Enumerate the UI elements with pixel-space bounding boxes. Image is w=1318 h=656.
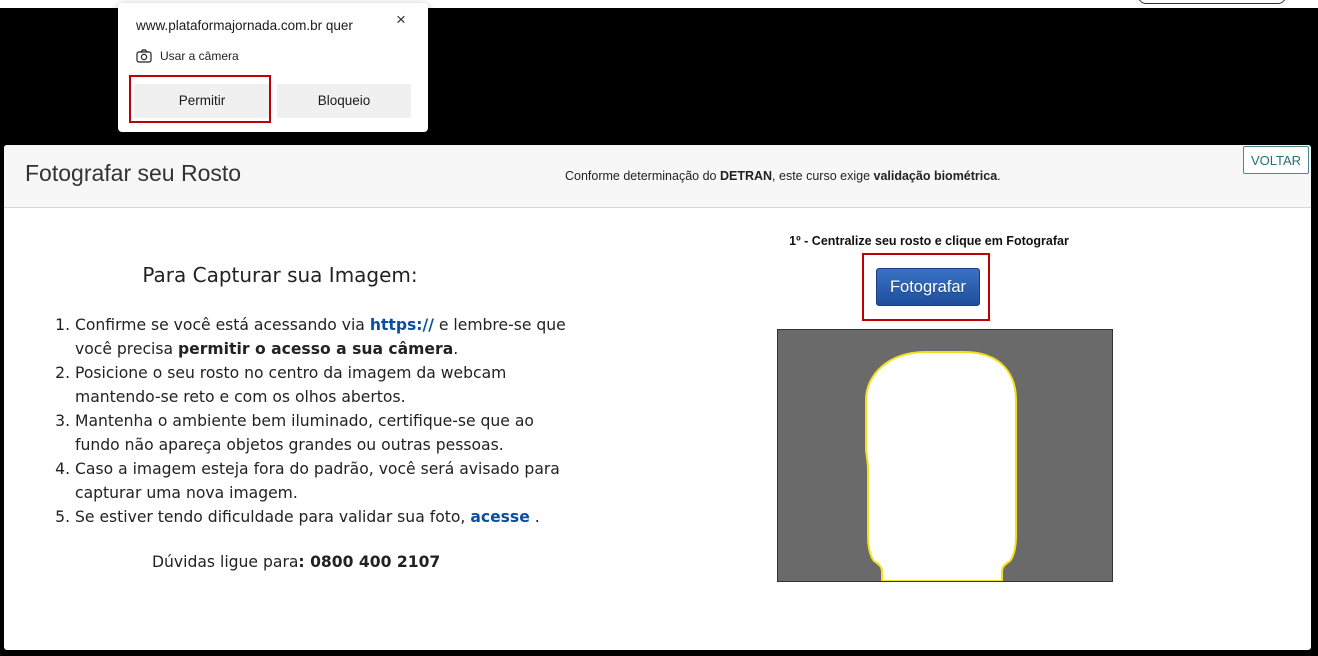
instructions-list: Confirme se você está acessando via http…	[50, 313, 575, 529]
instruction-step-2: Posicione o seu rosto no centro da image…	[75, 361, 575, 409]
help-phone: Dúvidas ligue para: 0800 400 2107	[152, 553, 440, 571]
notice-biometric: validação biométrica	[873, 169, 998, 183]
step5-text-1: Se estiver tendo dificuldade para valida…	[75, 508, 471, 526]
https-link[interactable]: https://	[370, 316, 434, 334]
photo-capture-panel: Fotografar seu Rosto Conforme determinaç…	[4, 145, 1311, 650]
notice-detran: DETRAN	[719, 169, 773, 183]
acesse-link[interactable]: acesse	[470, 508, 529, 526]
notice-text-1: Conforme determinação do	[565, 169, 720, 183]
camera-permission-popup: www.plataformajornada.com.br quer × Usar…	[118, 3, 428, 132]
panel-header: Fotografar seu Rosto Conforme determinaç…	[4, 145, 1311, 208]
block-button[interactable]: Bloqueio	[277, 84, 411, 118]
camera-permission-label: Usar a câmera	[160, 49, 239, 63]
step1-text-3: .	[453, 340, 459, 358]
permission-site-text: www.plataformajornada.com.br quer	[136, 18, 353, 33]
help-label: Dúvidas ligue para	[152, 553, 299, 571]
camera-icon	[136, 49, 152, 63]
camera-permission-row: Usar a câmera	[136, 49, 239, 63]
step5-text-2: .	[529, 508, 540, 526]
capture-instruction: 1º - Centralize seu rosto e clique em Fo…	[789, 234, 1069, 248]
address-bar-edge	[1138, 0, 1286, 4]
fotografar-highlight-box	[862, 253, 990, 321]
step1-text-1: Confirme se você está acessando via	[75, 316, 370, 334]
notice-text-3: .	[997, 169, 1001, 183]
biometric-notice: Conforme determinação do DETRAN, este cu…	[565, 169, 1001, 183]
instruction-step-3: Mantenha o ambiente bem iluminado, certi…	[75, 409, 575, 457]
allow-highlight-box	[129, 75, 271, 123]
back-button[interactable]: VOLTAR	[1243, 146, 1309, 174]
instruction-step-5: Se estiver tendo dificuldade para valida…	[75, 505, 575, 529]
instructions-title: Para Capturar sua Imagem:	[142, 263, 418, 287]
instruction-step-4: Caso a imagem esteja fora do padrão, voc…	[75, 457, 575, 505]
help-phone-number: : 0800 400 2107	[298, 553, 441, 571]
page-title: Fotografar seu Rosto	[25, 160, 242, 186]
step1-bold: permitir o acesso a sua câmera	[178, 340, 454, 358]
notice-text-2: , este curso exige	[772, 169, 874, 183]
close-icon[interactable]: ×	[392, 11, 410, 29]
instruction-step-1: Confirme se você está acessando via http…	[75, 313, 575, 361]
webcam-preview	[777, 329, 1113, 582]
face-silhouette-icon	[865, 351, 1017, 582]
